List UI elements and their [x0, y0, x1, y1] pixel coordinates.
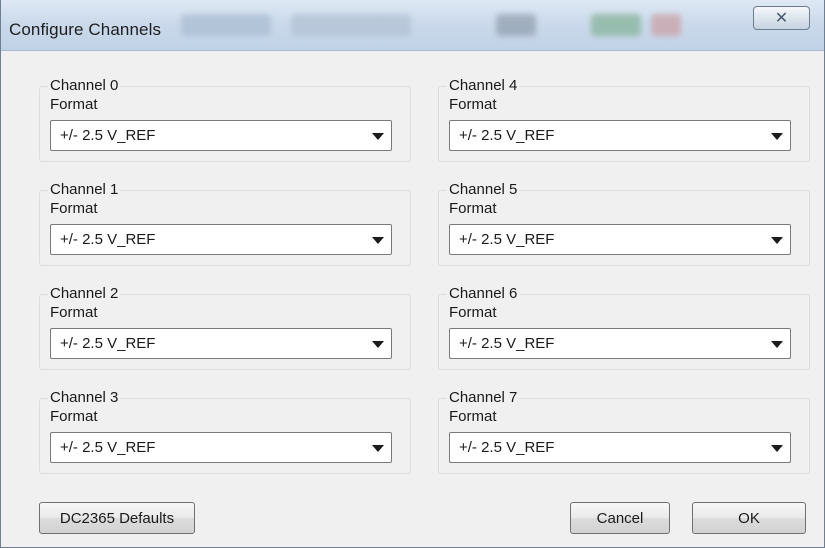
channel-4-format-select[interactable]: +/- 2.5 V_REF [449, 120, 791, 151]
configure-channels-dialog: Configure Channels ✕ Channel 0 Format +/… [0, 0, 825, 548]
channel-5-format-label: Format [449, 200, 497, 217]
channel-4-format-label: Format [449, 96, 497, 113]
channel-4-format-value: +/- 2.5 V_REF [459, 127, 555, 144]
channel-1-format-label: Format [50, 200, 98, 217]
channel-3-group: Channel 3 Format +/- 2.5 V_REF [39, 389, 411, 474]
channel-1-group: Channel 1 Format +/- 2.5 V_REF [39, 181, 411, 266]
channel-1-format-value: +/- 2.5 V_REF [60, 231, 156, 248]
channel-3-format-label: Format [50, 408, 98, 425]
channel-6-group: Channel 6 Format +/- 2.5 V_REF [438, 285, 810, 370]
ok-button[interactable]: OK [692, 502, 806, 534]
title-bar[interactable]: Configure Channels ✕ [1, 0, 824, 51]
channel-6-format-value: +/- 2.5 V_REF [459, 335, 555, 352]
channel-5-format-select[interactable]: +/- 2.5 V_REF [449, 224, 791, 255]
channel-2-format-select[interactable]: +/- 2.5 V_REF [50, 328, 392, 359]
channel-3-format-select[interactable]: +/- 2.5 V_REF [50, 432, 392, 463]
close-icon: ✕ [774, 8, 789, 27]
channel-5-group: Channel 5 Format +/- 2.5 V_REF [438, 181, 810, 266]
window-title: Configure Channels [9, 20, 162, 39]
channel-0-format-value: +/- 2.5 V_REF [60, 127, 156, 144]
channel-0-title: Channel 0 [48, 77, 121, 95]
channel-7-format-select[interactable]: +/- 2.5 V_REF [449, 432, 791, 463]
channel-6-format-label: Format [449, 304, 497, 321]
channel-3-format-value: +/- 2.5 V_REF [60, 439, 156, 456]
chevron-down-icon[interactable] [769, 231, 785, 249]
blurred-background-region [591, 14, 641, 36]
chevron-down-icon[interactable] [370, 127, 386, 145]
close-button[interactable]: ✕ [753, 6, 810, 30]
blurred-background-region [181, 14, 271, 36]
chevron-down-icon[interactable] [769, 439, 785, 457]
channel-2-format-label: Format [50, 304, 98, 321]
channel-2-group: Channel 2 Format +/- 2.5 V_REF [39, 285, 411, 370]
channel-0-group: Channel 0 Format +/- 2.5 V_REF [39, 77, 411, 162]
channel-4-group: Channel 4 Format +/- 2.5 V_REF [438, 77, 810, 162]
chevron-down-icon[interactable] [769, 335, 785, 353]
chevron-down-icon[interactable] [370, 439, 386, 457]
channel-2-title: Channel 2 [48, 285, 121, 303]
channel-0-format-select[interactable]: +/- 2.5 V_REF [50, 120, 392, 151]
channel-6-format-select[interactable]: +/- 2.5 V_REF [449, 328, 791, 359]
channel-5-title: Channel 5 [447, 181, 520, 199]
channel-7-title: Channel 7 [447, 389, 520, 407]
channel-0-format-label: Format [50, 96, 98, 113]
channel-1-title: Channel 1 [48, 181, 121, 199]
blurred-background-region [651, 14, 681, 36]
channel-7-format-value: +/- 2.5 V_REF [459, 439, 555, 456]
channel-7-group: Channel 7 Format +/- 2.5 V_REF [438, 389, 810, 474]
channel-1-format-select[interactable]: +/- 2.5 V_REF [50, 224, 392, 255]
chevron-down-icon[interactable] [370, 231, 386, 249]
chevron-down-icon[interactable] [769, 127, 785, 145]
defaults-button[interactable]: DC2365 Defaults [39, 502, 195, 534]
channel-2-format-value: +/- 2.5 V_REF [60, 335, 156, 352]
channel-7-format-label: Format [449, 408, 497, 425]
channel-5-format-value: +/- 2.5 V_REF [459, 231, 555, 248]
channel-4-title: Channel 4 [447, 77, 520, 95]
channel-3-title: Channel 3 [48, 389, 121, 407]
blurred-background-region [291, 14, 411, 36]
chevron-down-icon[interactable] [370, 335, 386, 353]
cancel-button[interactable]: Cancel [570, 502, 670, 534]
blurred-background-region [496, 14, 536, 36]
channel-6-title: Channel 6 [447, 285, 520, 303]
